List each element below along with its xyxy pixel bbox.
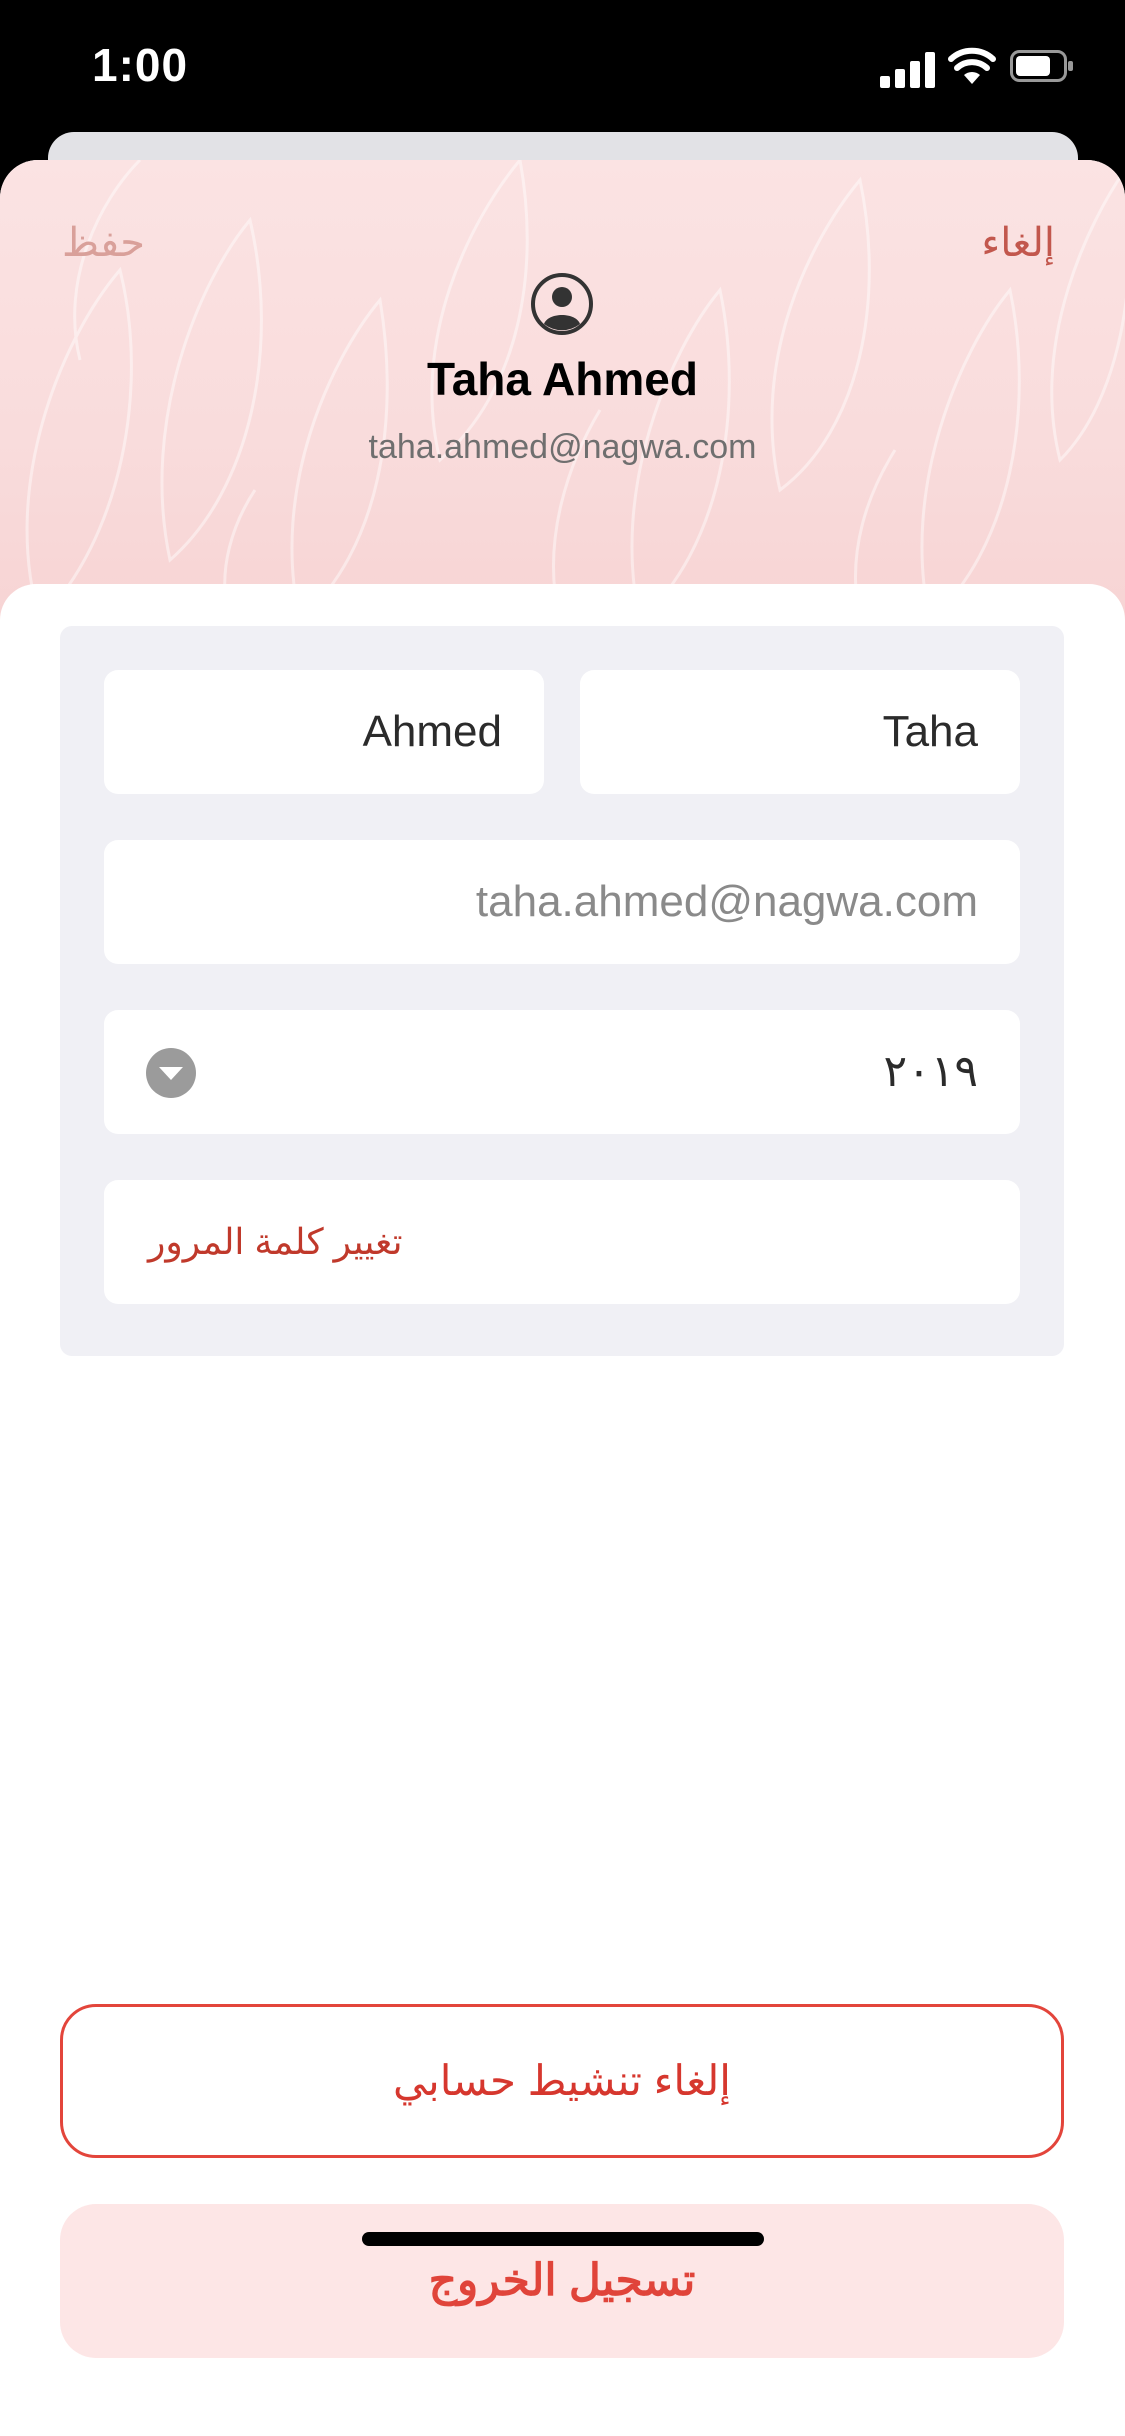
profile-name: Taha Ahmed: [427, 353, 698, 405]
account-form: Ahmed Taha taha.ahmed@nagwa.com ٢٠١٩ تغي…: [60, 626, 1064, 1356]
signal-icon: [880, 52, 936, 88]
save-button[interactable]: حفظ: [62, 220, 145, 266]
home-indicator: [362, 2232, 764, 2246]
status-bar: 1:00: [0, 0, 1125, 140]
deactivate-account-button[interactable]: إلغاء تنشيط حسابي: [60, 2004, 1064, 2158]
last-name-value: Ahmed: [362, 707, 502, 756]
cancel-button[interactable]: إلغاء: [981, 220, 1055, 266]
profile-header: حفظ إلغاء Taha Ahmed taha.ahmed@nagwa.co…: [0, 160, 1125, 620]
wifi-icon: [948, 47, 996, 84]
change-password-row[interactable]: تغيير كلمة المرور: [104, 1180, 1020, 1304]
content-card: Ahmed Taha taha.ahmed@nagwa.com ٢٠١٩ تغي…: [0, 584, 1125, 2436]
year-select[interactable]: ٢٠١٩: [104, 1010, 1020, 1134]
change-password-link[interactable]: تغيير كلمة المرور: [148, 1180, 403, 1304]
logout-button[interactable]: تسجيل الخروج: [60, 2204, 1064, 2358]
email-value: taha.ahmed@nagwa.com: [475, 877, 978, 926]
email-field[interactable]: taha.ahmed@nagwa.com: [104, 840, 1020, 964]
battery-icon: [1010, 50, 1073, 82]
year-value: ٢٠١٩: [883, 1047, 978, 1096]
first-name-field[interactable]: Taha: [580, 670, 1020, 794]
first-name-value: Taha: [882, 707, 978, 756]
chevron-down-icon[interactable]: [146, 1048, 196, 1098]
last-name-field[interactable]: Ahmed: [104, 670, 544, 794]
avatar-icon: [531, 273, 593, 335]
profile-sheet: حفظ إلغاء Taha Ahmed taha.ahmed@nagwa.co…: [0, 160, 1125, 2436]
status-time: 1:00: [92, 39, 189, 91]
profile-email: taha.ahmed@nagwa.com: [368, 428, 757, 466]
